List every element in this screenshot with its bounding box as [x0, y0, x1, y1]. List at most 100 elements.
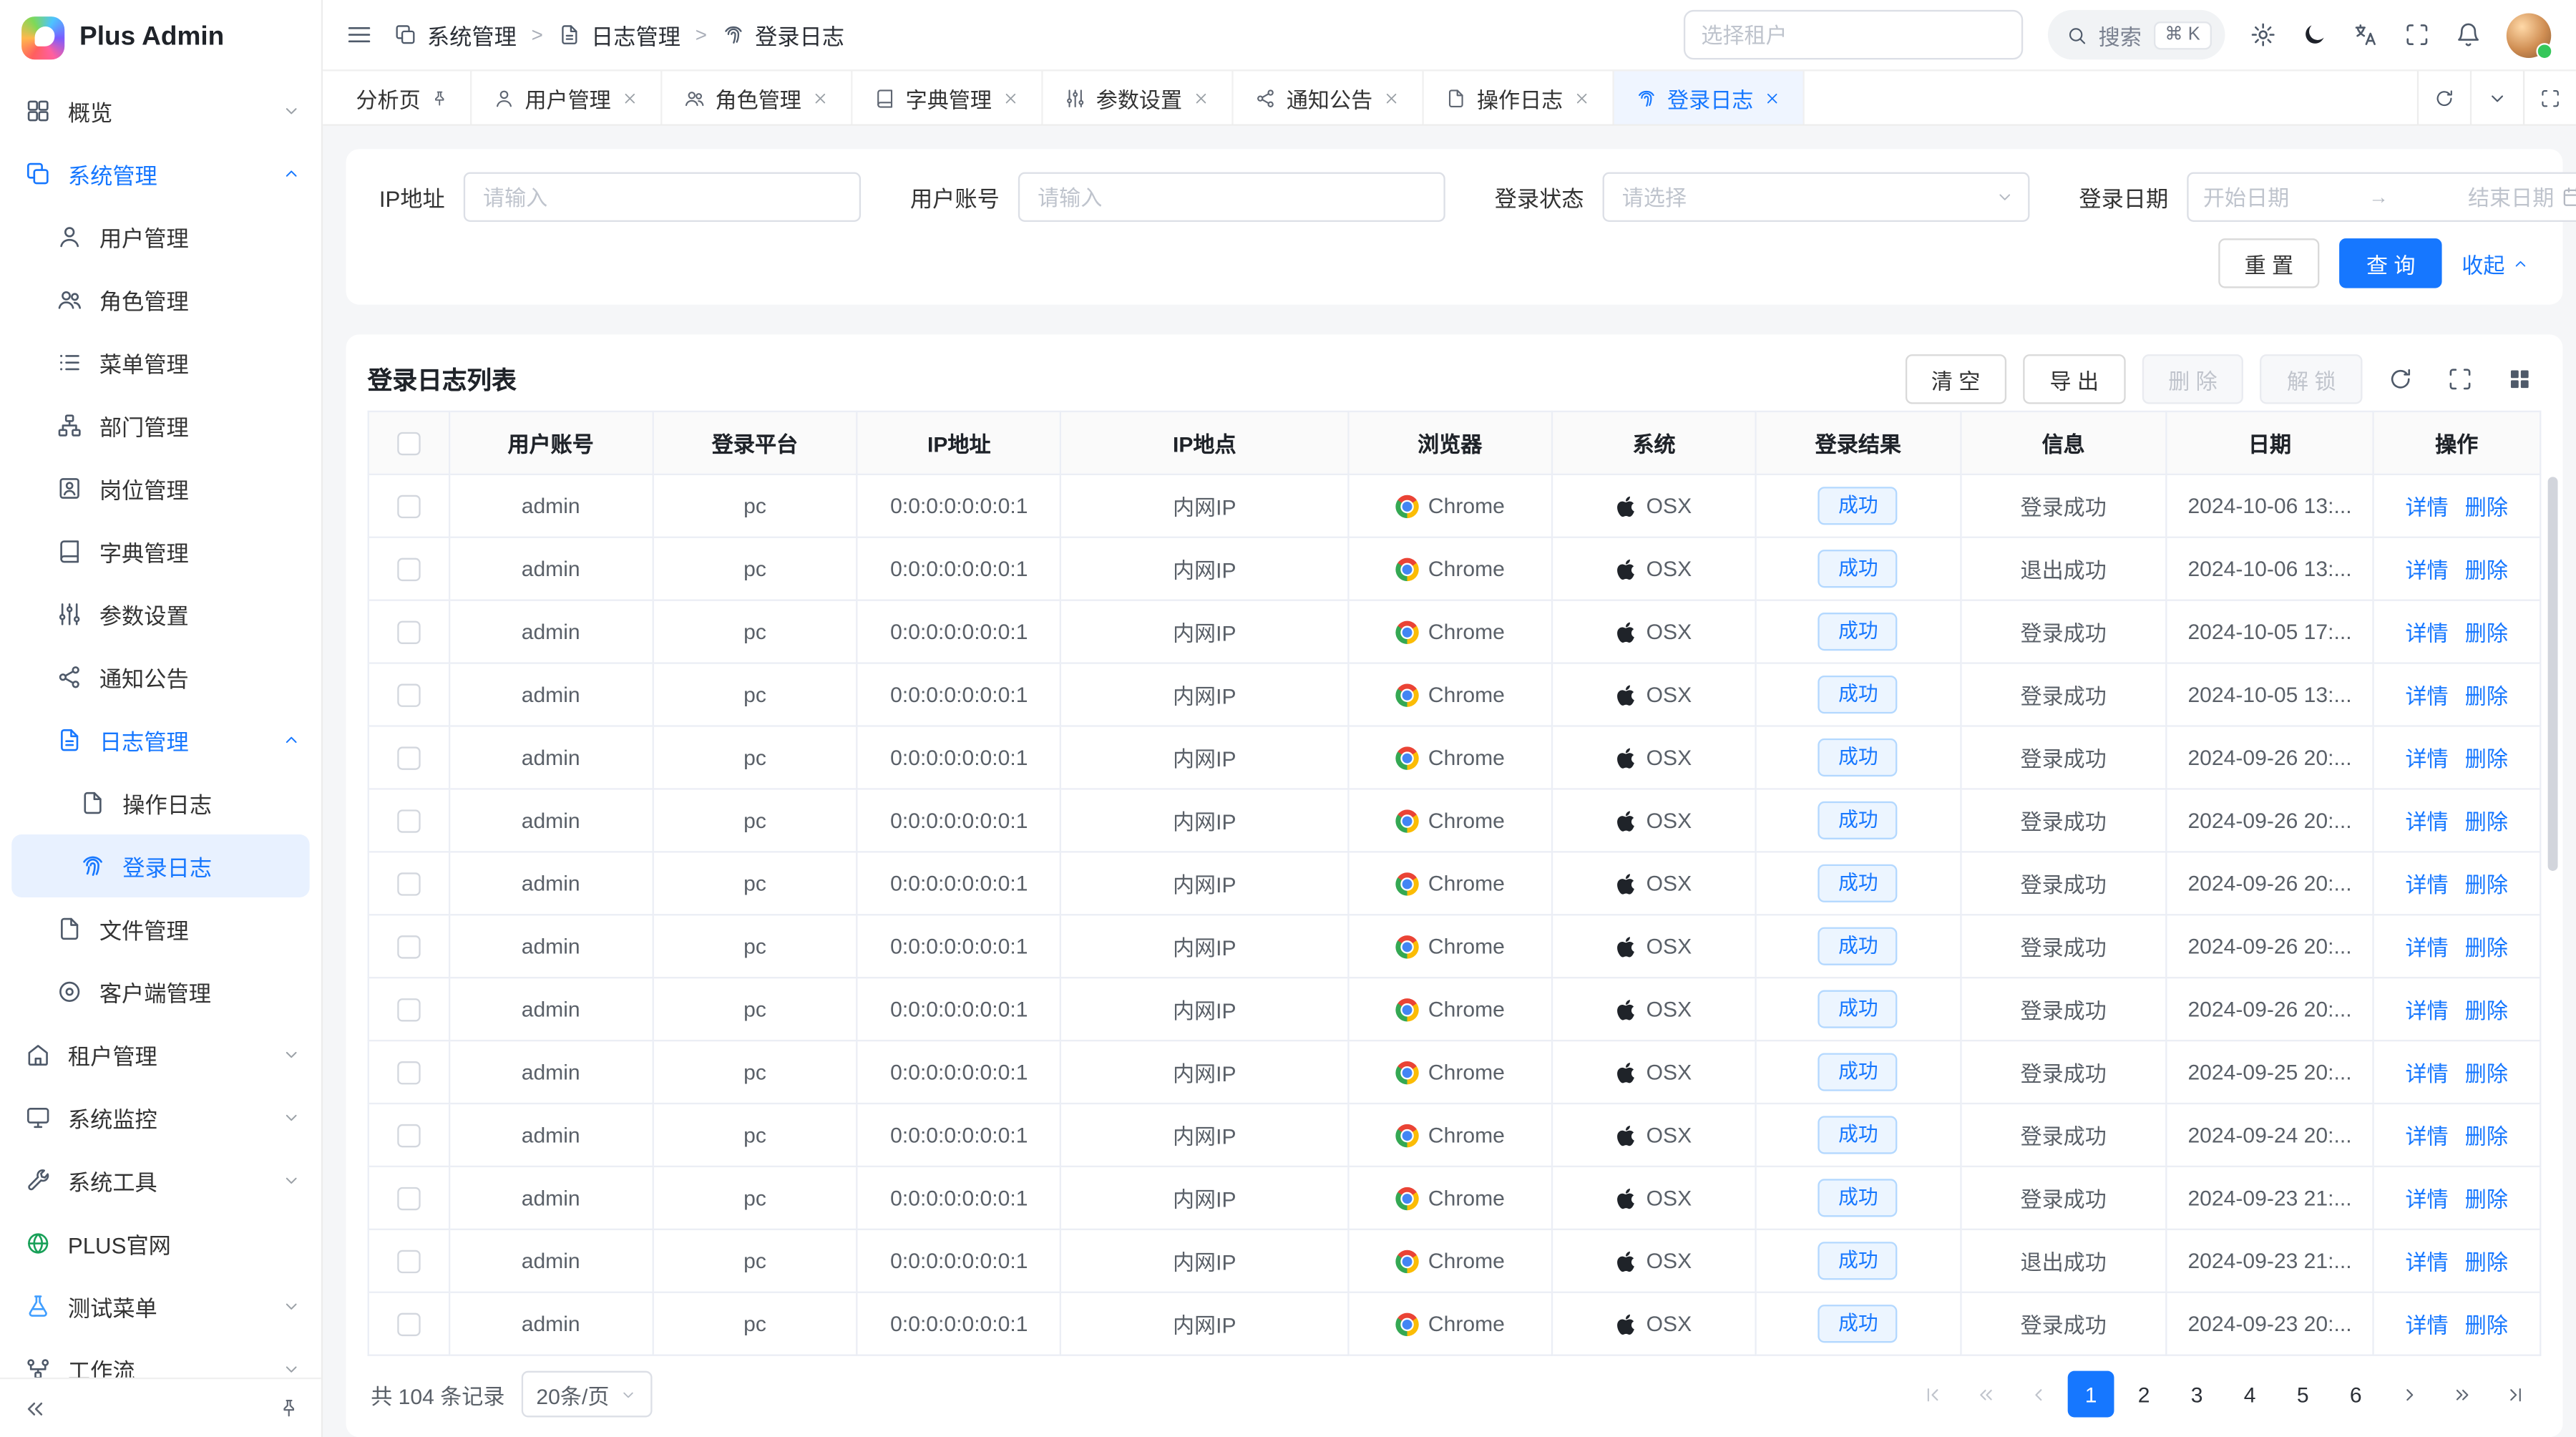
tab-menu-chevron-icon[interactable]: [2470, 71, 2523, 124]
close-icon[interactable]: [1382, 89, 1400, 107]
row-checkbox[interactable]: [397, 747, 420, 770]
delete-link[interactable]: 删除: [2465, 679, 2508, 711]
content-fullscreen-icon[interactable]: [2523, 71, 2576, 124]
detail-link[interactable]: 详情: [2405, 1119, 2448, 1151]
sidebar-item-user-management[interactable]: 用户管理: [0, 205, 321, 268]
page-button-5[interactable]: 5: [2280, 1371, 2326, 1418]
row-checkbox[interactable]: [397, 558, 420, 581]
sidebar-group-workflow[interactable]: 工作流: [0, 1338, 321, 1378]
close-icon[interactable]: [621, 89, 639, 107]
delete-link[interactable]: 删除: [2465, 804, 2508, 836]
breadcrumb-item-login-log[interactable]: 登录日志: [722, 18, 844, 51]
sidebar-group-test-menu[interactable]: 测试菜单: [0, 1275, 321, 1338]
delete-link[interactable]: 删除: [2465, 930, 2508, 962]
dark-mode-moon-icon[interactable]: [2301, 21, 2328, 48]
export-button[interactable]: 导 出: [2024, 354, 2126, 404]
logo[interactable]: Plus Admin: [0, 0, 321, 76]
sidebar-group-system-tools[interactable]: 系统工具: [0, 1149, 321, 1212]
pin-sidebar-icon[interactable]: [278, 1398, 300, 1419]
detail-link[interactable]: 详情: [2405, 679, 2448, 711]
collapse-filters-link[interactable]: 收起: [2462, 248, 2529, 279]
tab-param-settings[interactable]: 参数设置: [1043, 71, 1234, 124]
detail-link[interactable]: 详情: [2405, 490, 2448, 522]
close-icon[interactable]: [1192, 89, 1210, 107]
tab-dict-management[interactable]: 字典管理: [853, 71, 1043, 124]
close-icon[interactable]: [1002, 89, 1020, 107]
row-checkbox[interactable]: [397, 936, 420, 959]
row-checkbox[interactable]: [397, 1062, 420, 1085]
sidebar-item-department-management[interactable]: 部门管理: [0, 394, 321, 457]
row-checkbox[interactable]: [397, 1313, 420, 1336]
prev-page-button[interactable]: [2015, 1371, 2062, 1418]
sidebar-item-post-management[interactable]: 岗位管理: [0, 457, 321, 520]
page-size-select[interactable]: 20条/页: [522, 1371, 653, 1418]
sidebar-item-param-settings[interactable]: 参数设置: [0, 583, 321, 646]
tab-operation-log[interactable]: 操作日志: [1424, 71, 1614, 124]
detail-link[interactable]: 详情: [2405, 1245, 2448, 1277]
row-checkbox[interactable]: [397, 1125, 420, 1148]
delete-link[interactable]: 删除: [2465, 1119, 2508, 1151]
sidebar-item-menu-management[interactable]: 菜单管理: [0, 331, 321, 394]
page-button-3[interactable]: 3: [2174, 1371, 2220, 1418]
sidebar-item-role-management[interactable]: 角色管理: [0, 268, 321, 331]
tab-login-log[interactable]: 登录日志: [1614, 71, 1805, 124]
sidebar-item-login-log[interactable]: 登录日志: [11, 834, 309, 897]
row-checkbox[interactable]: [397, 1188, 420, 1211]
sidebar-item-plus-site[interactable]: PLUS官网: [0, 1212, 321, 1275]
delete-link[interactable]: 删除: [2465, 490, 2508, 522]
delete-link[interactable]: 删除: [2465, 553, 2508, 585]
breadcrumb-item-log[interactable]: 日志管理: [558, 18, 680, 51]
page-button-1[interactable]: 1: [2068, 1371, 2114, 1418]
delete-link[interactable]: 删除: [2465, 993, 2508, 1025]
clear-button[interactable]: 清 空: [1905, 354, 2007, 404]
page-button-4[interactable]: 4: [2227, 1371, 2273, 1418]
row-checkbox[interactable]: [397, 999, 420, 1022]
sidebar-item-notice[interactable]: 通知公告: [0, 646, 321, 708]
hamburger-menu-icon[interactable]: [346, 21, 373, 48]
gear-icon[interactable]: [2250, 21, 2276, 48]
delete-link[interactable]: 删除: [2465, 867, 2508, 899]
detail-link[interactable]: 详情: [2405, 1182, 2448, 1214]
account-filter-input[interactable]: [1018, 172, 1445, 222]
sidebar-item-client-management[interactable]: 客户端管理: [0, 960, 321, 1023]
delete-link[interactable]: 删除: [2465, 616, 2508, 648]
row-checkbox[interactable]: [397, 495, 420, 518]
bell-icon[interactable]: [2455, 21, 2482, 48]
row-checkbox[interactable]: [397, 684, 420, 707]
query-button[interactable]: 查 询: [2340, 238, 2442, 288]
row-checkbox[interactable]: [397, 621, 420, 644]
row-checkbox[interactable]: [397, 810, 420, 833]
first-page-button[interactable]: [1909, 1371, 1956, 1418]
detail-link[interactable]: 详情: [2405, 553, 2448, 585]
detail-link[interactable]: 详情: [2405, 867, 2448, 899]
close-icon[interactable]: [811, 89, 829, 107]
start-date-input[interactable]: [2203, 185, 2346, 210]
row-checkbox[interactable]: [397, 873, 420, 896]
fullscreen-icon[interactable]: [2404, 21, 2430, 48]
page-button-6[interactable]: 6: [2333, 1371, 2379, 1418]
table-scrollbar-thumb[interactable]: [2548, 477, 2558, 871]
delete-link[interactable]: 删除: [2465, 1182, 2508, 1214]
detail-link[interactable]: 详情: [2405, 741, 2448, 773]
page-button-2[interactable]: 2: [2121, 1371, 2167, 1418]
status-filter-select[interactable]: [1602, 172, 2029, 222]
next-page-button[interactable]: [2386, 1371, 2432, 1418]
column-settings-icon[interactable]: [2498, 358, 2541, 401]
detail-link[interactable]: 详情: [2405, 616, 2448, 648]
sidebar-group-system-management[interactable]: 系统管理: [0, 142, 321, 205]
detail-link[interactable]: 详情: [2405, 1056, 2448, 1088]
jump-back-button[interactable]: [1962, 1371, 2009, 1418]
delete-link[interactable]: 删除: [2465, 741, 2508, 773]
ip-filter-input[interactable]: [463, 172, 860, 222]
delete-button[interactable]: 删 除: [2142, 354, 2244, 404]
refresh-table-icon[interactable]: [2379, 358, 2422, 401]
global-search[interactable]: 搜索 ⌘ K: [2047, 10, 2225, 59]
tab-user-management[interactable]: 用户管理: [472, 71, 662, 124]
last-page-button[interactable]: [2492, 1371, 2538, 1418]
unlock-button[interactable]: 解 锁: [2260, 354, 2363, 404]
breadcrumb-item-system[interactable]: 系统管理: [394, 18, 517, 51]
detail-link[interactable]: 详情: [2405, 1308, 2448, 1340]
pin-icon[interactable]: [431, 89, 449, 107]
close-icon[interactable]: [1763, 89, 1781, 107]
date-range-picker[interactable]: →: [2187, 172, 2576, 222]
